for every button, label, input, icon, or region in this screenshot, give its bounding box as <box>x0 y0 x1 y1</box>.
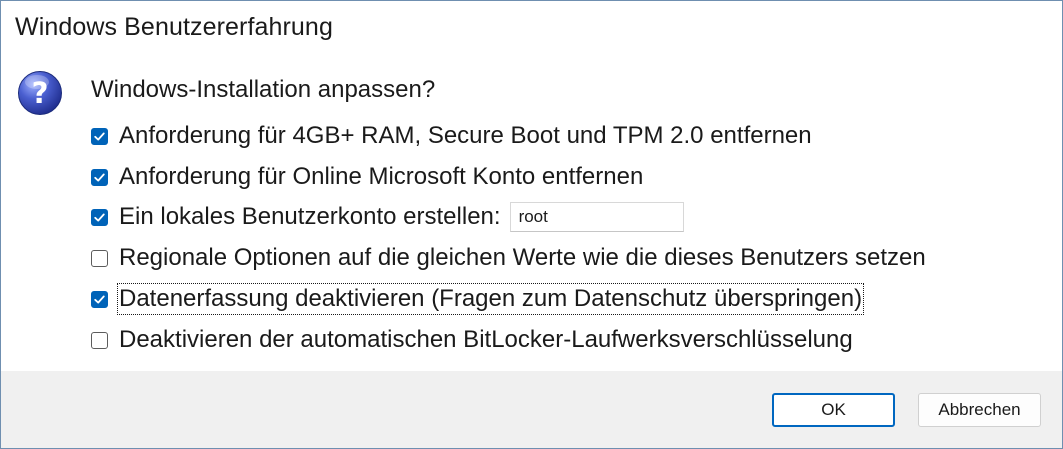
option-label: Anforderung für Online Microsoft Konto e… <box>119 163 644 190</box>
checkbox-checked[interactable] <box>91 208 108 226</box>
option-label: Ein lokales Benutzerkonto erstellen: <box>119 203 501 230</box>
checkmark-icon <box>94 173 105 181</box>
option-remove-online-account[interactable]: Anforderung für Online Microsoft Konto e… <box>91 160 644 194</box>
checkbox-checked[interactable] <box>91 127 108 145</box>
option-disable-data-collection[interactable]: Datenerfassung deaktivieren (Fragen zum … <box>91 282 865 316</box>
ok-button[interactable]: OK <box>772 393 895 427</box>
title-bar[interactable]: Windows Benutzererfahrung <box>1 1 1062 58</box>
dialog-question: Windows-Installation anpassen? <box>91 76 436 103</box>
button-bar: OK Abbrechen <box>1 371 1062 448</box>
svg-text:?: ? <box>32 76 49 110</box>
option-disable-bitlocker[interactable]: Deaktivieren der automatischen BitLocker… <box>91 323 854 357</box>
checkbox-unchecked[interactable] <box>91 249 108 267</box>
checkmark-icon <box>94 213 105 221</box>
checkbox-checked[interactable] <box>91 168 108 186</box>
question-icon: ? <box>18 71 62 115</box>
option-label: Anforderung für 4GB+ RAM, Secure Boot un… <box>119 122 812 149</box>
dialog-content: ? Windows-Installation anpassen? Anforde… <box>1 58 1062 371</box>
option-remove-hw-requirements[interactable]: Anforderung für 4GB+ RAM, Secure Boot un… <box>91 119 813 153</box>
username-input[interactable] <box>509 202 684 232</box>
checkmark-icon <box>94 132 105 140</box>
checkbox-checked[interactable] <box>91 290 108 308</box>
window-title: Windows Benutzererfahrung <box>15 13 333 41</box>
option-label: Deaktivieren der automatischen BitLocker… <box>119 326 853 353</box>
option-label: Regionale Optionen auf die gleichen Wert… <box>119 244 926 271</box>
cancel-button[interactable]: Abbrechen <box>918 393 1041 427</box>
option-label: Datenerfassung deaktivieren (Fragen zum … <box>116 283 865 315</box>
checkbox-unchecked[interactable] <box>91 331 108 349</box>
checkmark-icon <box>94 295 105 303</box>
option-regional-settings[interactable]: Regionale Optionen auf die gleichen Wert… <box>91 241 927 275</box>
option-create-local-account[interactable]: Ein lokales Benutzerkonto erstellen: <box>91 200 684 234</box>
dialog-window: Windows Benutzererfahrung ? Windows-Inst… <box>0 0 1063 449</box>
